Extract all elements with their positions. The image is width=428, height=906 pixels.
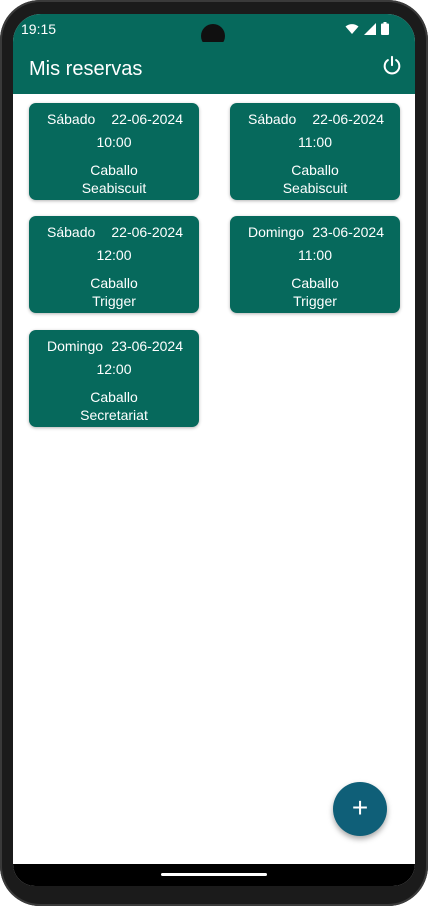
reservation-label: Caballo [90,162,138,178]
reservation-card[interactable]: Sábado 22-06-2024 12:00 Caballo Trigger [29,216,199,313]
power-icon[interactable] [381,55,403,77]
gesture-handle[interactable] [161,873,267,876]
reservation-time: 11:00 [298,247,332,263]
reservation-time: 10:00 [96,134,132,150]
screen: 19:15 Mis reservas Sábado 22-06-2024 10:… [13,14,415,886]
reservation-date: 22-06-2024 [111,111,183,127]
reservation-day: Domingo [248,224,305,240]
reservation-time: 12:00 [96,361,132,377]
reservation-card[interactable]: Domingo 23-06-2024 12:00 Caballo Secreta… [29,330,199,427]
reservation-label: Caballo [291,275,339,291]
reservation-horse: Secretariat [80,407,148,423]
status-icons [345,22,389,35]
plus-icon: + [351,792,369,823]
reservation-label: Caballo [90,275,138,291]
reservation-horse: Seabiscuit [81,180,147,196]
reservation-card[interactable]: Sábado 22-06-2024 10:00 Caballo Seabiscu… [29,103,199,200]
reservation-date: 23-06-2024 [111,338,183,354]
reservation-day: Sábado [47,111,96,127]
status-time: 19:15 [21,21,57,37]
reservation-label: Caballo [291,162,339,178]
reservation-day: Sábado [248,111,297,127]
reservation-card[interactable]: Sábado 22-06-2024 11:00 Caballo Seabiscu… [230,103,400,200]
phone-frame: 19:15 Mis reservas Sábado 22-06-2024 10:… [0,0,428,906]
navigation-bar [13,864,415,886]
reservation-horse: Trigger [293,293,337,309]
battery-icon [381,22,389,35]
reservation-date: 23-06-2024 [312,224,384,240]
status-bar: 19:15 [13,14,415,48]
reservation-horse: Seabiscuit [282,180,348,196]
reservations-list: Sábado 22-06-2024 10:00 Caballo Seabiscu… [13,94,415,864]
app-bar: Mis reservas [13,42,415,94]
page-title: Mis reservas [29,58,143,80]
reservation-date: 22-06-2024 [312,111,384,127]
reservation-date: 22-06-2024 [111,224,183,240]
reservation-time: 12:00 [96,247,132,263]
reservation-card[interactable]: Domingo 23-06-2024 11:00 Caballo Trigger [230,216,400,313]
reservation-day: Sábado [47,224,96,240]
signal-icon [364,22,376,35]
add-reservation-button[interactable]: + [333,782,387,836]
reservation-horse: Trigger [92,293,136,309]
reservation-day: Domingo [47,338,104,354]
reservation-label: Caballo [90,389,138,405]
reservation-time: 11:00 [298,134,332,150]
wifi-icon [345,23,359,34]
